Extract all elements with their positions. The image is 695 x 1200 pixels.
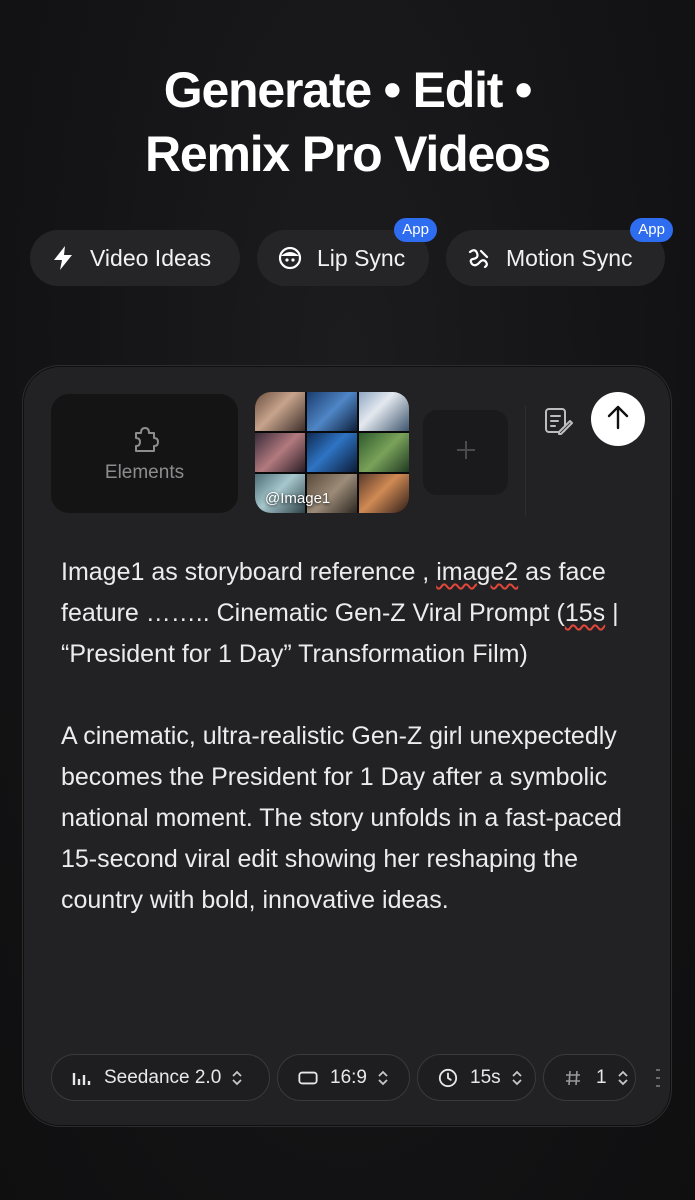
video-ideas-label: Video Ideas xyxy=(90,244,212,271)
submit-button[interactable] xyxy=(591,392,645,446)
updown-chevron-icon xyxy=(377,1070,389,1086)
updown-chevron-icon xyxy=(617,1070,629,1086)
clock-icon xyxy=(438,1068,458,1088)
divider xyxy=(525,406,526,516)
add-reference-button[interactable] xyxy=(423,410,508,495)
lip-sync-label: Lip Sync xyxy=(317,244,406,271)
prompt-paragraph-2: A cinematic, ultra-realistic Gen-Z girl … xyxy=(61,722,622,914)
prompt-composer: Elements @Image1 Image1 as storyboard re… xyxy=(22,365,672,1127)
aspect-ratio-select[interactable]: 16:9 xyxy=(277,1054,410,1101)
hero-title: Generate • Edit • Remix Pro Videos xyxy=(0,58,695,186)
edit-prompt-button[interactable] xyxy=(541,406,575,440)
duration-select[interactable]: 15s xyxy=(417,1054,536,1101)
bolt-icon xyxy=(50,245,76,271)
lip-sync-chip[interactable]: Lip Sync App xyxy=(257,218,437,286)
image-reference-thumbnail[interactable]: @Image1 xyxy=(255,392,409,513)
hash-icon xyxy=(564,1068,584,1088)
image-reference-label: @Image1 xyxy=(265,490,331,507)
video-ideas-chip[interactable]: Video Ideas xyxy=(30,230,240,286)
face-icon xyxy=(277,245,303,271)
rectangle-icon xyxy=(298,1068,318,1088)
motion-icon xyxy=(466,245,492,271)
updown-chevron-icon xyxy=(231,1070,243,1086)
app-badge: App xyxy=(630,218,673,242)
motion-sync-chip[interactable]: Motion Sync App xyxy=(446,218,673,286)
app-badge: App xyxy=(394,218,437,242)
hero-title-line-2: Remix Pro Videos xyxy=(144,126,551,182)
count-select[interactable]: 1 xyxy=(543,1054,636,1101)
arrow-up-icon xyxy=(606,404,630,435)
elements-label: Elements xyxy=(104,461,185,483)
spelling-error-text: image2 xyxy=(436,558,519,586)
elements-button[interactable]: Elements xyxy=(51,394,238,513)
model-select[interactable]: Seedance 2.0 xyxy=(51,1054,270,1101)
updown-chevron-icon xyxy=(511,1070,523,1086)
count-label: 1 xyxy=(596,1066,607,1088)
spelling-error-text: 15s xyxy=(564,599,606,627)
duration-label: 15s xyxy=(470,1066,501,1088)
aspect-ratio-label: 16:9 xyxy=(330,1066,367,1088)
prompt-text: Image1 as storyboard reference , xyxy=(61,558,437,586)
motion-sync-label: Motion Sync xyxy=(506,244,633,271)
prompt-paragraph-1: Image1 as storyboard reference , image2 … xyxy=(61,552,631,675)
notes-edit-icon xyxy=(543,406,573,441)
feature-chips: Video Ideas Lip Sync App Motion Sync App xyxy=(30,218,673,286)
bars-icon xyxy=(72,1068,92,1088)
prompt-textarea[interactable]: Image1 as storyboard reference , image2 … xyxy=(61,552,631,921)
model-label: Seedance 2.0 xyxy=(104,1066,222,1088)
hero-title-line-1: Generate • Edit • xyxy=(163,62,533,118)
puzzle-icon xyxy=(130,424,160,454)
more-options-icon[interactable] xyxy=(655,1068,661,1088)
plus-icon xyxy=(455,439,477,466)
generation-settings: Seedance 2.0 16:9 15s 1 xyxy=(51,1054,671,1101)
